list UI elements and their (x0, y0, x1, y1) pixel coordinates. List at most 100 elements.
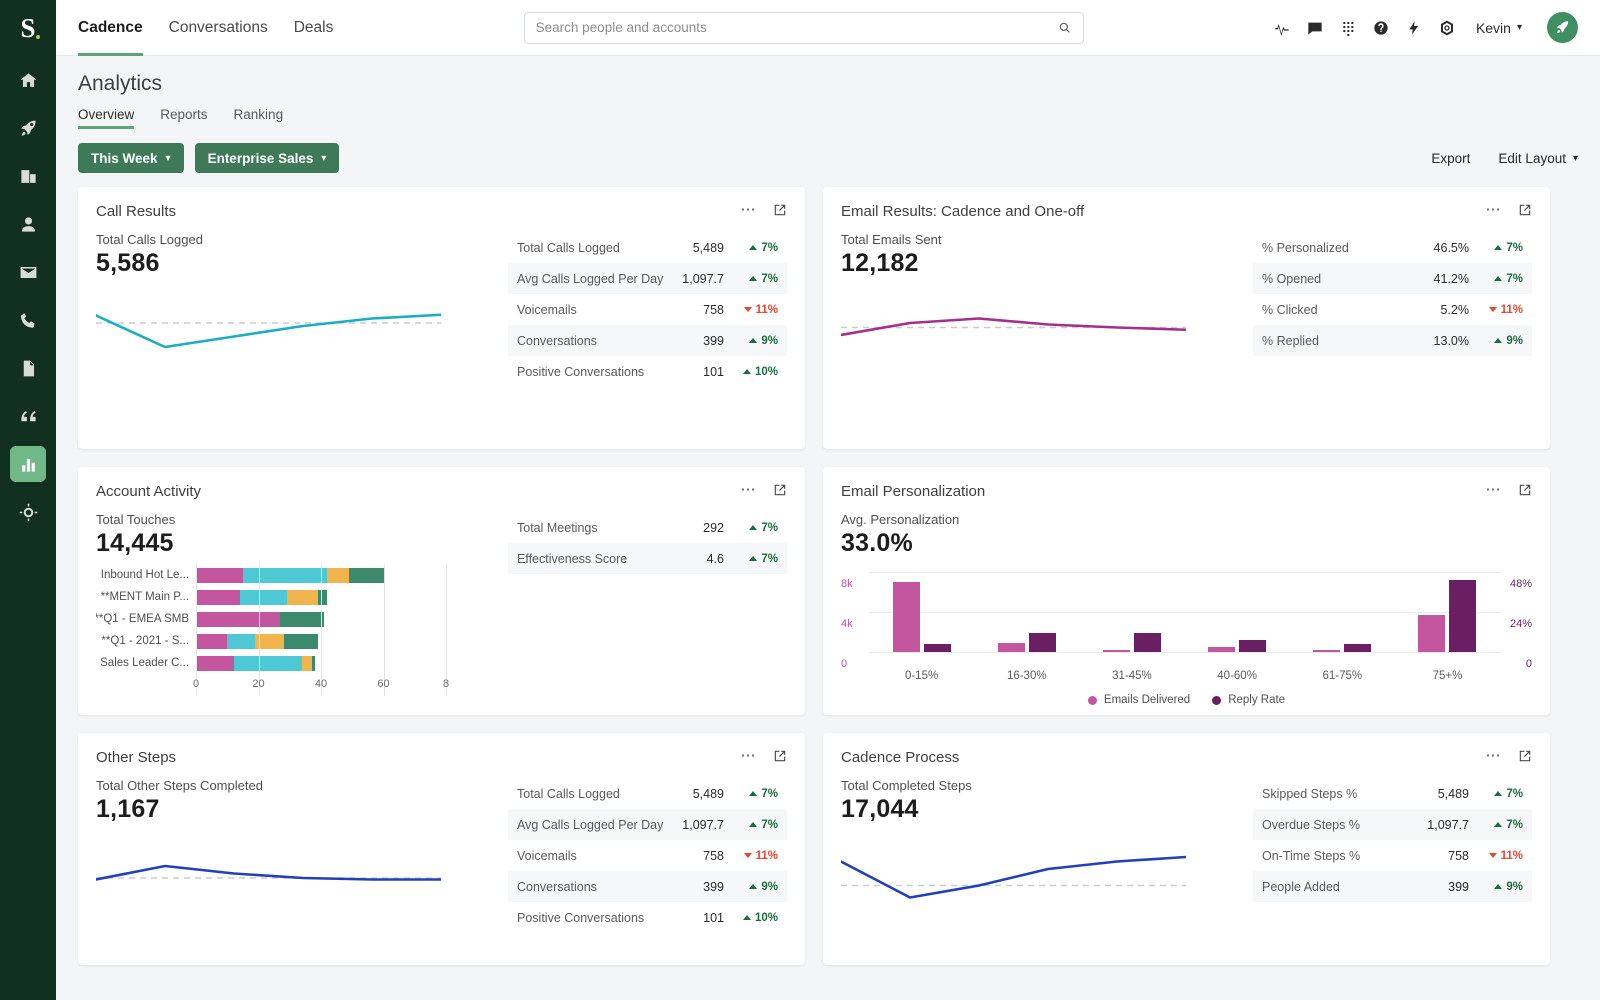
more-options-icon[interactable]: ⋯ (1486, 485, 1503, 495)
sidebar-item-home[interactable] (10, 62, 46, 98)
nav-item-label: Conversations (169, 19, 268, 37)
settings-icon[interactable] (1439, 20, 1455, 36)
bar-category-label: **Q1 - EMEA SMB (96, 608, 196, 630)
stat-value: 46.5% (1434, 241, 1469, 255)
expand-icon[interactable] (1518, 749, 1532, 763)
sidebar-item-cadence[interactable] (10, 110, 46, 146)
activity-icon[interactable] (1274, 20, 1290, 36)
tab-ranking[interactable]: Ranking (234, 107, 284, 129)
expand-icon[interactable] (773, 203, 787, 217)
filter-timeframe[interactable]: This Week ▾ (78, 143, 184, 173)
stat-value: 758 (703, 849, 724, 863)
help-icon[interactable] (1373, 20, 1389, 36)
call-results-chart: Total Calls Logged 5,586 (96, 232, 496, 387)
card-header: Email Results: Cadence and One-off ⋯ (841, 203, 1532, 220)
more-options-icon[interactable]: ⋯ (741, 751, 758, 761)
chat-icon[interactable] (1307, 20, 1323, 36)
stat-delta: 7% (724, 273, 778, 285)
dialpad-icon[interactable] (1340, 20, 1356, 36)
sidebar-item-notes[interactable] (10, 398, 46, 434)
search-input[interactable] (536, 20, 1058, 35)
expand-icon[interactable] (1518, 483, 1532, 497)
stat-label: Conversations (517, 880, 597, 894)
app-logo[interactable]: S (0, 0, 56, 56)
axis-tick-label: 75+% (1395, 670, 1500, 682)
stat-delta-value: 7% (761, 819, 778, 831)
legend-dot (1088, 696, 1097, 705)
legend-item[interactable]: Emails Delivered (1088, 694, 1190, 706)
top-bar-icons: Kevin ▾ (1274, 12, 1578, 43)
arrow-up-icon (749, 245, 757, 250)
edit-layout-button[interactable]: Edit Layout ▾ (1498, 151, 1578, 166)
search-container (333, 12, 1274, 44)
bar-row (196, 586, 496, 608)
card-actions: ⋯ (741, 749, 788, 763)
other-steps-chart: Total Other Steps Completed 1,167 (96, 778, 496, 933)
trend-line-chart (841, 296, 1241, 368)
tab-reports[interactable]: Reports (160, 107, 207, 129)
stat-delta-value: 9% (761, 881, 778, 893)
left-axis-tick: 0 (841, 658, 847, 670)
metric-value: 33.0% (841, 529, 1532, 558)
stat-label: Total Calls Logged (517, 787, 620, 801)
bar-segment (196, 634, 227, 649)
arrow-up-icon (749, 822, 757, 827)
trend-line-chart (96, 296, 496, 368)
lightning-icon[interactable] (1406, 20, 1422, 36)
nav-item-cadence[interactable]: Cadence (78, 0, 143, 56)
more-options-icon[interactable]: ⋯ (1486, 751, 1503, 761)
dashboard-grid: Call Results ⋯ Total Calls Logged 5,586 … (78, 187, 1578, 965)
personalization-bar-chart: 04k8k024%48%0-15%16-30%31-45%40-60%61-75… (841, 572, 1532, 706)
tab-label: Ranking (234, 107, 284, 122)
metric-value: 5,586 (96, 249, 496, 278)
card-account-activity: Account Activity ⋯ Total Touches 14,445 … (78, 467, 805, 715)
tab-label: Overview (78, 107, 134, 122)
bar-group (869, 572, 974, 652)
more-options-icon[interactable]: ⋯ (741, 485, 758, 495)
rocket-icon (1555, 20, 1570, 35)
sidebar-item-people[interactable] (10, 206, 46, 242)
sidebar-item-calls[interactable] (10, 302, 46, 338)
search-icon[interactable] (1058, 21, 1072, 35)
stat-delta: 7% (1469, 242, 1523, 254)
card-body: Total Emails Sent 12,182 % Personalized4… (841, 232, 1532, 368)
nav-item-deals[interactable]: Deals (294, 0, 334, 56)
bar-emails-delivered (998, 643, 1025, 652)
stat-label: Total Calls Logged (517, 241, 620, 255)
card-header: Email Personalization ⋯ (841, 483, 1532, 500)
sidebar-item-emails[interactable] (10, 254, 46, 290)
bar-emails-delivered (1313, 650, 1340, 652)
expand-icon[interactable] (1518, 203, 1532, 217)
stat-delta: 10% (724, 366, 778, 378)
expand-icon[interactable] (773, 483, 787, 497)
legend-item[interactable]: Reply Rate (1212, 694, 1285, 706)
bar-segment (255, 634, 283, 649)
filter-team[interactable]: Enterprise Sales ▾ (195, 143, 340, 173)
stat-delta-value: 7% (1506, 273, 1523, 285)
search-box[interactable] (524, 12, 1084, 44)
expand-icon[interactable] (773, 749, 787, 763)
card-actions: ⋯ (741, 483, 788, 497)
axis-tick-label: 61-75% (1290, 670, 1395, 682)
stat-delta: 9% (724, 335, 778, 347)
nav-item-conversations[interactable]: Conversations (169, 0, 268, 56)
sidebar-item-analytics[interactable] (10, 446, 46, 482)
export-button[interactable]: Export (1431, 151, 1470, 166)
sidebar-item-templates[interactable] (10, 350, 46, 386)
metric-value: 17,044 (841, 795, 1241, 824)
sidebar-item-targets[interactable] (10, 494, 46, 530)
more-options-icon[interactable]: ⋯ (1486, 205, 1503, 215)
envelope-icon (19, 263, 38, 282)
export-label: Export (1431, 151, 1470, 166)
user-menu[interactable]: Kevin ▾ (1476, 20, 1522, 36)
stat-delta-value: 7% (761, 273, 778, 285)
tab-overview[interactable]: Overview (78, 107, 134, 129)
stat-label: Positive Conversations (517, 911, 644, 925)
sidebar-item-accounts[interactable] (10, 158, 46, 194)
metric-value: 1,167 (96, 795, 496, 824)
stat-value: 399 (1448, 880, 1469, 894)
avatar[interactable] (1547, 12, 1578, 43)
more-options-icon[interactable]: ⋯ (741, 205, 758, 215)
stat-value: 1,097.7 (682, 272, 724, 286)
arrow-up-icon (1494, 276, 1502, 281)
